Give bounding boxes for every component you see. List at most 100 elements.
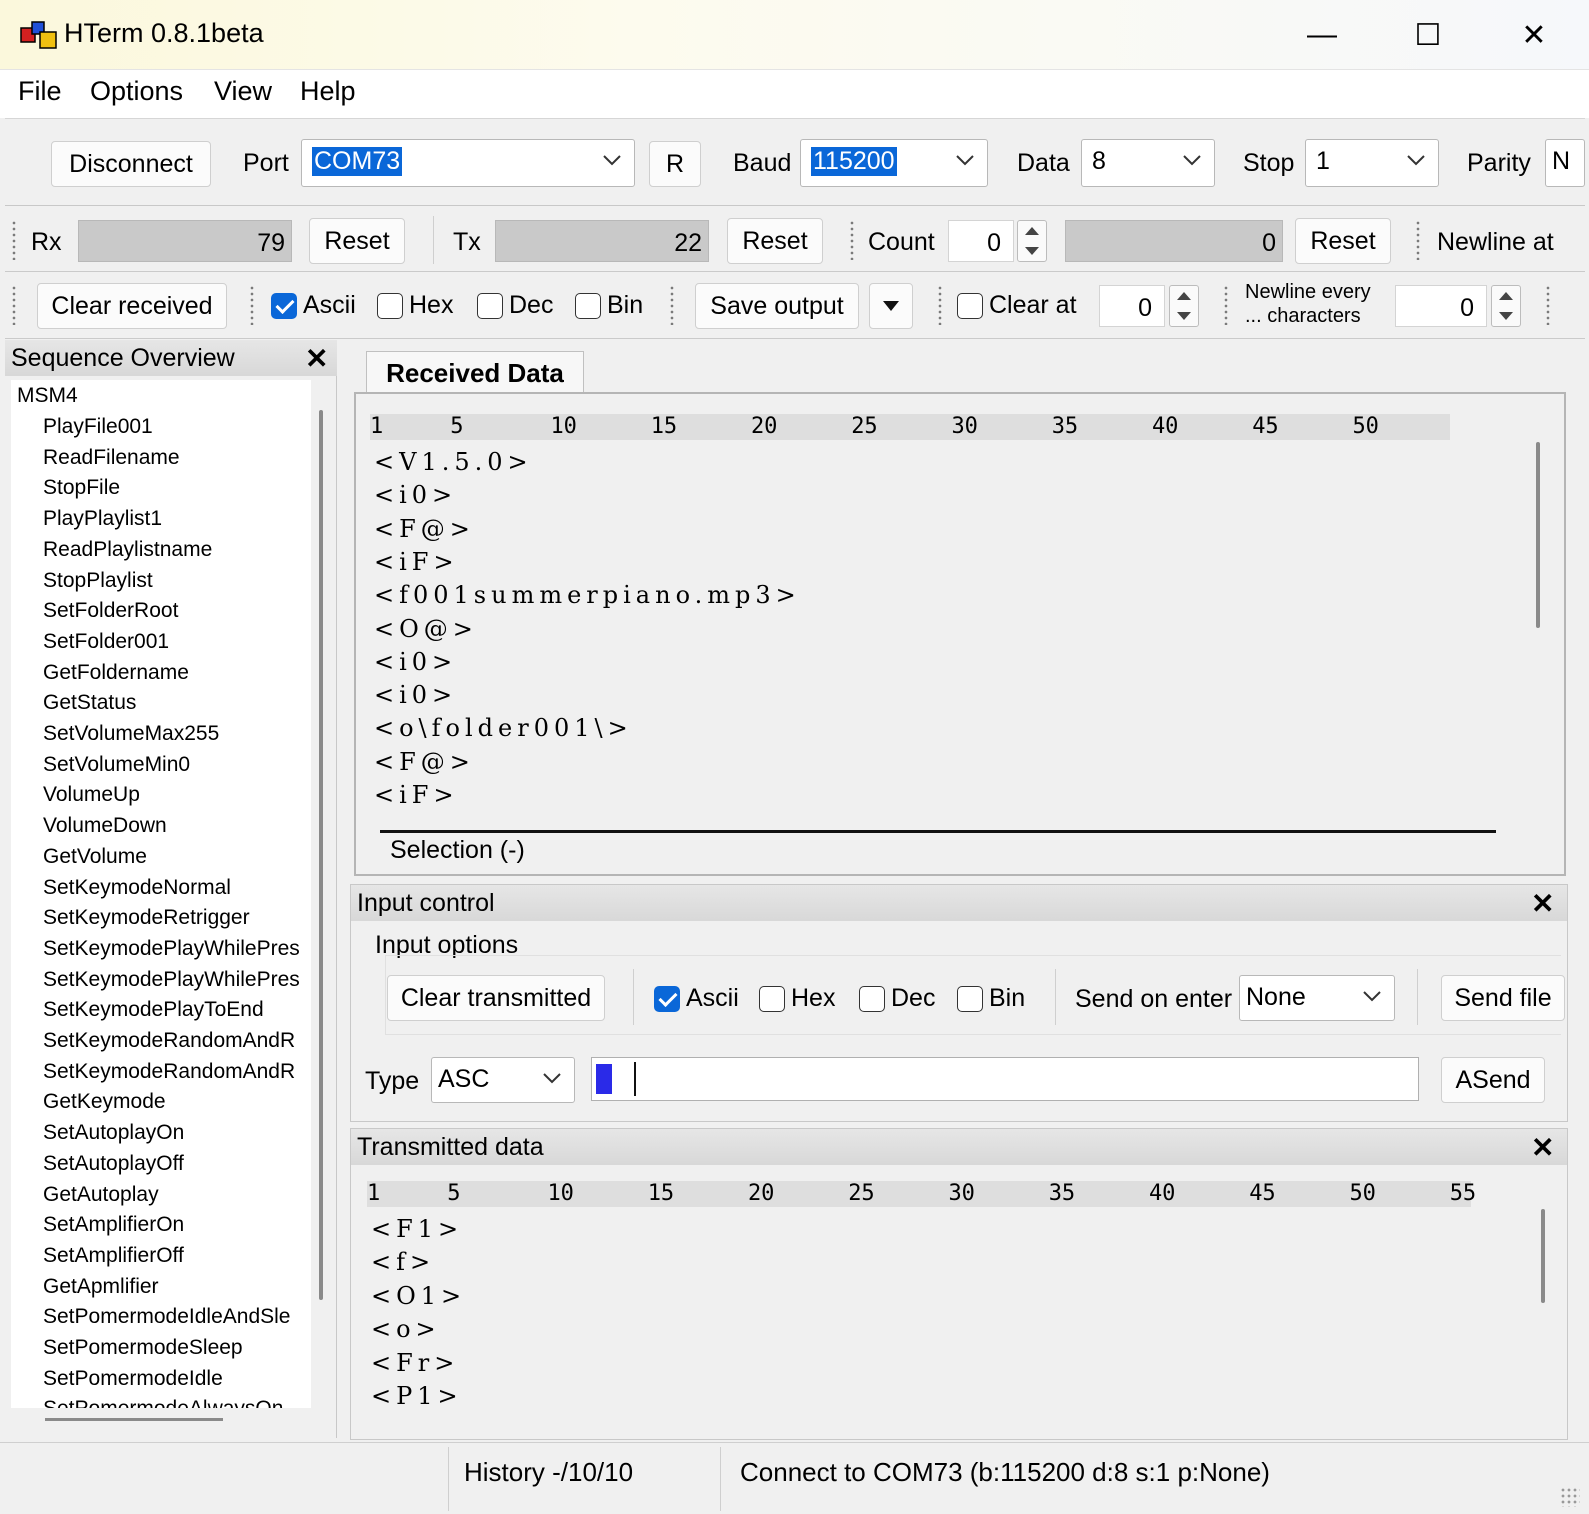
input-ascii-checkbox[interactable]: Ascii <box>654 984 739 1013</box>
checkbox-checked-icon[interactable] <box>654 985 680 1012</box>
checkbox-icon[interactable] <box>377 292 403 319</box>
sequence-item[interactable]: PlayFile001 <box>43 415 153 439</box>
sequence-item[interactable]: SetAutoplayOff <box>43 1152 184 1176</box>
checkbox-icon[interactable] <box>759 985 785 1012</box>
sequence-item[interactable]: PlayPlaylist1 <box>43 507 162 531</box>
checkbox-icon[interactable] <box>957 985 983 1012</box>
toolbar-grip[interactable] <box>1415 220 1421 260</box>
recv-dec-checkbox[interactable]: Dec <box>477 291 553 320</box>
sequence-item[interactable]: SetPomermodeIdle <box>43 1367 223 1391</box>
tx-reset-button[interactable]: Reset <box>727 218 823 264</box>
clear-at-input[interactable]: 0 <box>1099 285 1165 327</box>
sequence-item[interactable]: GetFoldername <box>43 661 189 685</box>
spin-down-icon[interactable] <box>1177 312 1191 320</box>
sequence-item[interactable]: SetKeymodePlayToEnd <box>43 998 264 1022</box>
close-icon[interactable]: ✕ <box>305 342 328 375</box>
asend-button[interactable]: ASend <box>1441 1057 1545 1103</box>
tab-received-data[interactable]: Received Data <box>366 351 584 395</box>
send-input[interactable] <box>591 1057 1419 1101</box>
received-data-area[interactable]: 1 5 10 15 20 25 30 35 40 45 50 <V1.5.0> <i0> <F@> <iF… <box>354 392 1566 876</box>
toolbar-grip[interactable] <box>11 220 17 260</box>
minimize-button[interactable]: — <box>1292 10 1352 60</box>
toolbar-grip[interactable] <box>937 285 943 325</box>
sequence-list[interactable]: MSM4 PlayFile001 ReadFilename StopFile Play… <box>11 380 311 1408</box>
sequence-item[interactable]: SetPomermodeIdleAndSle <box>43 1305 290 1329</box>
spin-down-icon[interactable] <box>1499 312 1513 320</box>
disconnect-button[interactable]: Disconnect <box>51 141 211 187</box>
sequence-item[interactable]: GetApmlifier <box>43 1275 159 1299</box>
clear-received-button[interactable]: Clear received <box>37 283 227 329</box>
checkbox-icon[interactable] <box>957 292 983 319</box>
toolbar-grip[interactable] <box>11 285 17 325</box>
sequence-item[interactable]: VolumeDown <box>43 814 167 838</box>
spin-up-icon[interactable] <box>1499 292 1513 300</box>
menu-options[interactable]: Options <box>90 76 183 107</box>
sequence-item[interactable]: SetKeymodeRandomAndR <box>43 1060 295 1084</box>
stop-bits-select[interactable]: 1 <box>1305 139 1439 187</box>
sequence-item[interactable]: ReadFilename <box>43 446 180 470</box>
clear-at-spinner[interactable] <box>1169 285 1199 327</box>
sequence-item[interactable]: ReadPlaylistname <box>43 538 212 562</box>
spin-down-icon[interactable] <box>1025 247 1039 255</box>
sequence-item[interactable]: SetFolderRoot <box>43 599 178 623</box>
input-hex-checkbox[interactable]: Hex <box>759 984 835 1013</box>
save-output-button[interactable]: Save output <box>695 283 859 329</box>
sequence-item[interactable]: SetKeymodeRandomAndR <box>43 1029 295 1053</box>
sequence-hscrollbar[interactable] <box>45 1418 223 1421</box>
newline-every-spinner[interactable] <box>1491 285 1521 327</box>
sequence-item[interactable]: StopFile <box>43 476 120 500</box>
sequence-item[interactable]: SetKeymodeNormal <box>43 876 231 900</box>
count-reset-button[interactable]: Reset <box>1295 218 1391 264</box>
sequence-item[interactable]: VolumeUp <box>43 783 140 807</box>
clear-transmitted-button[interactable]: Clear transmitted <box>387 975 605 1021</box>
sequence-item[interactable]: SetPomermodeSleep <box>43 1336 243 1360</box>
sequence-item[interactable]: SetKeymodeRetrigger <box>43 906 250 930</box>
menu-help[interactable]: Help <box>300 76 356 107</box>
input-dec-checkbox[interactable]: Dec <box>859 984 935 1013</box>
clear-at-checkbox[interactable]: Clear at <box>957 291 1077 320</box>
sequence-item[interactable]: SetKeymodePlayWhilePres <box>43 968 300 992</box>
menu-file[interactable]: File <box>18 76 62 107</box>
sequence-root[interactable]: MSM4 <box>17 384 78 408</box>
toolbar-grip[interactable] <box>1223 285 1229 325</box>
toolbar-grip[interactable] <box>1545 285 1551 325</box>
sequence-item[interactable]: GetAutoplay <box>43 1183 159 1207</box>
send-file-button[interactable]: Send file <box>1441 975 1565 1021</box>
checkbox-icon[interactable] <box>477 292 503 319</box>
count-input[interactable]: 0 <box>948 220 1014 262</box>
recv-bin-checkbox[interactable]: Bin <box>575 291 643 320</box>
sequence-scrollbar[interactable] <box>319 410 323 1300</box>
sequence-item[interactable]: SetVolumeMin0 <box>43 753 190 777</box>
sequence-item[interactable]: GetStatus <box>43 691 136 715</box>
save-output-dropdown[interactable] <box>869 283 913 329</box>
sequence-item[interactable]: GetVolume <box>43 845 147 869</box>
toolbar-grip[interactable] <box>669 285 675 325</box>
sequence-item[interactable]: SetAmplifierOn <box>43 1213 184 1237</box>
rx-reset-button[interactable]: Reset <box>309 218 405 264</box>
close-icon[interactable]: ✕ <box>1531 1131 1554 1164</box>
sequence-item[interactable]: SetKeymodePlayWhilePres <box>43 937 300 961</box>
toolbar-grip[interactable] <box>249 285 255 325</box>
sequence-item[interactable]: StopPlaylist <box>43 569 153 593</box>
spin-up-icon[interactable] <box>1025 227 1039 235</box>
baud-select[interactable]: 115200 <box>800 139 988 187</box>
sequence-item[interactable]: SetAmplifierOff <box>43 1244 184 1268</box>
port-select[interactable]: COM73 <box>301 139 635 187</box>
transmitted-scrollbar[interactable] <box>1541 1209 1545 1303</box>
toolbar-grip[interactable] <box>849 220 855 260</box>
recv-ascii-checkbox[interactable]: Ascii <box>271 291 356 320</box>
sequence-item[interactable]: SetVolumeMax255 <box>43 722 219 746</box>
sequence-item[interactable]: SetPomermodeAlwaysOn <box>43 1397 283 1408</box>
count-spinner[interactable] <box>1017 220 1047 262</box>
maximize-button[interactable]: ☐ <box>1398 10 1458 60</box>
refresh-ports-button[interactable]: R <box>649 141 701 187</box>
received-scrollbar[interactable] <box>1536 442 1540 628</box>
resize-grip-icon[interactable] <box>1560 1487 1580 1507</box>
transmitted-data-area[interactable]: 1 5 10 15 20 25 30 35 40 45 50 55 <F1> <f> <O1> <o> <Fr… <box>357 1169 1563 1437</box>
close-button[interactable]: ✕ <box>1504 10 1564 60</box>
data-bits-select[interactable]: 8 <box>1081 139 1215 187</box>
sequence-item[interactable]: SetAutoplayOn <box>43 1121 184 1145</box>
parity-select[interactable]: N <box>1545 139 1585 187</box>
input-bin-checkbox[interactable]: Bin <box>957 984 1025 1013</box>
type-select[interactable]: ASC <box>431 1057 575 1103</box>
